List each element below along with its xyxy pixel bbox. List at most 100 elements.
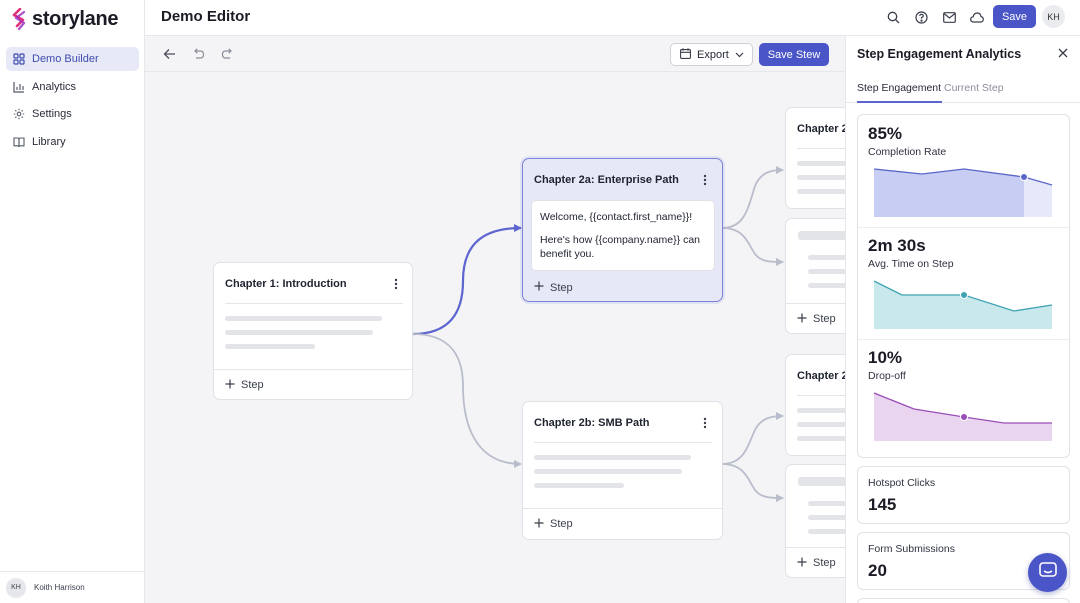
placeholder-line <box>797 175 845 180</box>
placeholder-line <box>797 408 845 413</box>
avatar[interactable]: KH <box>1042 5 1065 28</box>
tab-current-step[interactable]: Current Step <box>944 82 1004 94</box>
metrics-card: 85% Completion Rate 2m 30s Avg. Time on … <box>857 114 1070 458</box>
connector-arrow-active <box>514 224 522 232</box>
drop-off-value: 10% <box>868 348 903 367</box>
placeholder-header <box>798 477 845 486</box>
chapter-card-partial[interactable]: Chapter 2 <box>785 107 845 209</box>
flow-canvas[interactable]: Export Save Stew Chapter 1: Introduction… <box>145 36 845 603</box>
storylane-logo-icon <box>12 8 26 30</box>
chapter-card-enterprise[interactable]: Chapter 2a: Enterprise Path Welcome, {{c… <box>522 158 723 302</box>
calendar-icon <box>680 47 691 62</box>
sidebar-item-analytics[interactable]: Analytics <box>6 75 139 99</box>
sidebar-item-library[interactable]: Library <box>6 130 139 154</box>
stat-card-partial <box>857 598 1070 603</box>
more-vertical-icon[interactable] <box>699 416 711 430</box>
cloud-icon[interactable] <box>969 9 985 25</box>
placeholder-line <box>225 344 315 349</box>
gear-icon <box>13 108 25 120</box>
redo-icon[interactable] <box>219 46 235 62</box>
export-button[interactable]: Export <box>670 43 753 66</box>
chapter-card-introduction[interactable]: Chapter 1: Introduction Step <box>213 262 413 400</box>
save-button[interactable]: Save <box>993 5 1036 28</box>
connector-arrow <box>514 460 522 468</box>
add-step-button[interactable]: Step <box>214 369 412 400</box>
top-bar: Demo Editor Save KH <box>145 0 1080 36</box>
hotspot-clicks-label: Hotspot Clicks <box>868 477 936 489</box>
chat-launcher-button[interactable] <box>1028 553 1067 592</box>
back-arrow-icon[interactable] <box>161 46 177 62</box>
message-body: Here's how {{company.name}} can benefit … <box>540 234 700 260</box>
plus-icon <box>534 518 544 531</box>
add-step-label: Step <box>241 379 264 391</box>
sidebar-item-label: Demo Builder <box>32 53 99 65</box>
close-icon[interactable] <box>1056 46 1070 60</box>
sidebar: storylane Demo Builder Analytics Setting… <box>0 0 145 603</box>
message-greeting: Welcome, {{contact.first_name}}! <box>540 211 693 223</box>
placeholder-line <box>225 330 373 335</box>
tab-step-engagement[interactable]: Step Engagement <box>857 82 941 94</box>
sidebar-user[interactable]: KH Koith Harrison <box>0 571 144 603</box>
add-step-button[interactable]: Step <box>523 272 722 303</box>
sidebar-item-settings[interactable]: Settings <box>6 102 139 126</box>
plus-icon <box>225 379 235 392</box>
chapter-card-partial[interactable]: Step <box>785 464 845 578</box>
more-vertical-icon[interactable] <box>699 173 711 187</box>
add-step-label: Step <box>813 557 836 569</box>
analytics-panel: Step Engagement Analytics Step Engagemen… <box>845 36 1080 603</box>
book-icon <box>13 136 25 148</box>
chat-icon <box>1038 561 1057 584</box>
chapter-card-smb[interactable]: Chapter 2b: SMB Path Step <box>522 401 723 540</box>
chapter-card-partial[interactable]: Chapter 2 <box>785 354 845 456</box>
divider <box>797 148 845 149</box>
placeholder-line <box>534 455 691 460</box>
avg-time-value: 2m 30s <box>868 236 926 255</box>
sidebar-item-label: Analytics <box>32 80 77 93</box>
divider <box>858 227 1069 228</box>
chapter-card-partial[interactable]: Step <box>785 218 845 334</box>
add-step-label: Step <box>813 313 836 325</box>
storylane-logo[interactable]: storylane <box>12 7 119 31</box>
panel-title: Step Engagement Analytics <box>857 47 1022 61</box>
placeholder-line <box>808 515 845 520</box>
divider <box>225 303 403 304</box>
completion-rate-label: Completion Rate <box>868 146 947 158</box>
step-message[interactable]: Welcome, {{contact.first_name}}! Here's … <box>531 200 715 271</box>
canvas-toolbar: Export Save Stew <box>145 36 845 72</box>
connector-active <box>412 226 522 336</box>
add-step-button[interactable]: Step <box>523 508 722 539</box>
add-step-button[interactable]: Step <box>786 547 845 578</box>
placeholder-line <box>808 283 845 288</box>
bar-chart-icon <box>13 81 25 93</box>
page-title: Demo Editor <box>161 8 251 25</box>
chapter-title: Chapter 2a: Enterprise Path <box>534 174 679 186</box>
chapter-title: Chapter 2 <box>797 123 845 135</box>
undo-icon[interactable] <box>190 46 206 62</box>
more-vertical-icon[interactable] <box>390 277 402 291</box>
placeholder-header <box>798 231 845 240</box>
drop-off-label: Drop-off <box>868 370 906 382</box>
divider <box>797 395 845 396</box>
add-step-button[interactable]: Step <box>786 303 845 334</box>
sidebar-nav: Demo Builder Analytics Settings Library <box>6 47 139 157</box>
user-name: Koith Harrison <box>34 583 85 592</box>
divider <box>534 442 712 443</box>
placeholder-line <box>808 501 845 506</box>
plus-icon <box>797 557 807 570</box>
sidebar-item-demo-builder[interactable]: Demo Builder <box>6 47 139 71</box>
placeholder-line <box>797 161 845 166</box>
mail-icon[interactable] <box>941 9 957 25</box>
brand-name: storylane <box>32 7 119 30</box>
export-label: Export <box>697 48 729 61</box>
grid-icon <box>13 53 25 65</box>
help-icon[interactable] <box>913 9 929 25</box>
drop-off-sparkline <box>874 392 1052 441</box>
connector-arrow <box>776 494 784 502</box>
connector-arrow <box>776 258 784 266</box>
plus-icon <box>797 313 807 326</box>
connector <box>721 169 784 229</box>
save-stew-button[interactable]: Save Stew <box>759 43 829 66</box>
chapter-title: Chapter 1: Introduction <box>225 278 347 290</box>
search-icon[interactable] <box>885 9 901 25</box>
completion-rate-sparkline <box>874 168 1053 217</box>
